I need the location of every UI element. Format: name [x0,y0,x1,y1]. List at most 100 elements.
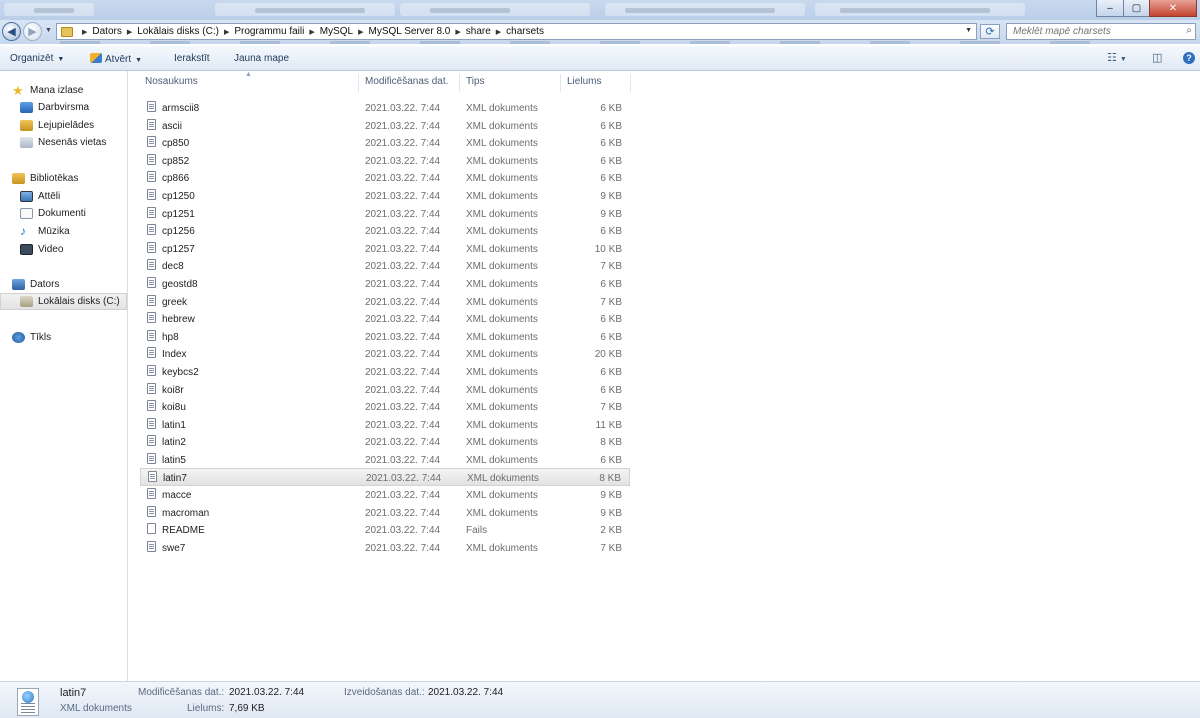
breadcrumb-separator-icon[interactable]: ▶ [309,28,314,36]
file-name: geostd8 [162,278,198,290]
breadcrumb-separator-icon[interactable]: ▶ [82,28,87,36]
breadcrumb-charsets[interactable]: charsets [506,26,544,37]
file-row[interactable]: cp1250 2021.03.22. 7:44 XML dokuments 9 KB [140,187,630,205]
file-row[interactable]: cp866 2021.03.22. 7:44 XML dokuments 6 KB [140,169,630,187]
file-type: XML dokuments [466,349,538,361]
open-button[interactable]: Atvērt ▼ [90,53,142,65]
xml-file-icon [147,224,156,236]
column-divider[interactable] [630,74,631,92]
file-row[interactable]: cp1251 2021.03.22. 7:44 XML dokuments 9 KB [140,205,630,223]
forward-button[interactable]: ▶ [23,22,42,41]
breadcrumb-separator-icon[interactable]: ▶ [127,28,132,36]
file-row[interactable]: latin1 2021.03.22. 7:44 XML dokuments 11 KB [140,416,630,434]
file-row[interactable]: cp1256 2021.03.22. 7:44 XML dokuments 6 KB [140,222,630,240]
nav-pictures[interactable]: Attēli [0,188,127,205]
breadcrumb-mysql[interactable]: MySQL [320,26,353,37]
file-modified-date: 2021.03.22. 7:44 [365,366,441,378]
file-row[interactable]: geostd8 2021.03.22. 7:44 XML dokuments 6 KB [140,275,630,293]
organize-button[interactable]: Organizēt ▼ [10,53,64,64]
file-row[interactable]: cp850 2021.03.22. 7:44 XML dokuments 6 KB [140,134,630,152]
column-divider[interactable] [358,74,359,92]
address-dropdown-icon[interactable]: ▼ [965,27,972,34]
file-row[interactable]: cp1257 2021.03.22. 7:44 XML dokuments 10 KB [140,240,630,258]
preview-pane-icon[interactable]: ◫ [1152,51,1162,64]
breadcrumb-separator-icon[interactable]: ▶ [224,28,229,36]
view-options-icon[interactable]: ☷ ▼ [1107,51,1127,64]
file-row[interactable]: ascii 2021.03.22. 7:44 XML dokuments 6 KB [140,117,630,135]
file-row[interactable]: hebrew 2021.03.22. 7:44 XML dokuments 6 KB [140,310,630,328]
breadcrumb-separator-icon[interactable]: ▶ [496,28,501,36]
refresh-button[interactable]: ⟳ [980,24,1000,39]
file-row[interactable]: Index 2021.03.22. 7:44 XML dokuments 20 KB [140,345,630,363]
back-button[interactable]: ◀ [2,22,21,41]
forward-arrow-icon: ▶ [28,26,37,38]
file-row[interactable]: macce 2021.03.22. 7:44 XML dokuments 9 KB [140,486,630,504]
search-box[interactable]: ⌕ [1006,23,1196,40]
nav-local-disk[interactable]: Lokālais disks (C:) [0,293,127,310]
nav-desktop[interactable]: Darbvirsma [0,99,127,116]
xml-file-icon [147,206,156,218]
recent-pages-dropdown[interactable]: ▼ [45,27,52,34]
column-header-name[interactable]: Nosaukums [145,76,198,92]
minimize-button[interactable]: – [1096,0,1124,17]
new-folder-button[interactable]: Jauna mape [234,53,289,64]
nav-favorites[interactable]: ★ Mana izlase [0,82,127,99]
file-size: 6 KB [600,331,622,343]
nav-documents[interactable]: Dokumenti [0,205,127,222]
breadcrumb-program-files[interactable]: Programmu faili [234,26,304,37]
column-divider[interactable] [560,74,561,92]
file-modified-date: 2021.03.22. 7:44 [365,261,441,273]
maximize-button[interactable]: ▢ [1123,0,1150,17]
file-row[interactable]: koi8r 2021.03.22. 7:44 XML dokuments 6 KB [140,381,630,399]
nav-libraries[interactable]: Bibliotēkas [0,170,127,187]
file-icon [147,523,156,535]
file-row[interactable]: armscii8 2021.03.22. 7:44 XML dokuments 6 K… [140,99,630,117]
breadcrumb-share[interactable]: share [466,26,491,37]
burn-button[interactable]: Ierakstīt [174,53,210,64]
column-header-type[interactable]: Tips [466,76,485,92]
xml-file-icon [147,101,156,112]
file-size: 6 KB [600,314,622,326]
nav-music[interactable]: ♪ Mūzika [0,223,127,240]
nav-recent-places[interactable]: Nesenās vietas [0,134,127,151]
nav-downloads[interactable]: Lejupielādes [0,117,127,134]
column-divider[interactable] [459,74,460,92]
file-row[interactable]: latin7 2021.03.22. 7:44 XML dokuments 8 KB [140,468,630,487]
xml-file-icon [147,118,156,130]
nav-network[interactable]: Tīkls [0,329,127,346]
file-row[interactable]: koi8u 2021.03.22. 7:44 XML dokuments 7 KB [140,398,630,416]
file-size: 6 KB [600,173,622,185]
help-icon[interactable]: ? [1183,52,1195,64]
column-header-size[interactable]: Lielums [567,76,601,92]
breadcrumb-separator-icon[interactable]: ▶ [358,28,363,36]
file-modified-date: 2021.03.22. 7:44 [365,542,441,554]
column-header-modified[interactable]: Modificēšanas dat. [365,76,448,92]
breadcrumb-dators[interactable]: Dators [92,26,121,37]
search-input[interactable] [1007,24,1173,39]
file-row[interactable]: greek 2021.03.22. 7:44 XML dokuments 7 KB [140,293,630,311]
file-name: latin7 [163,473,187,485]
file-row[interactable]: keybcs2 2021.03.22. 7:44 XML dokuments 6 KB [140,363,630,381]
file-row[interactable]: latin2 2021.03.22. 7:44 XML dokuments 8 KB [140,433,630,451]
search-icon[interactable]: ⌕ [1186,25,1192,36]
recent-places-icon [20,137,33,148]
nav-video[interactable]: Video [0,241,127,258]
close-button[interactable]: ✕ [1149,0,1197,17]
file-row[interactable]: hp8 2021.03.22. 7:44 XML dokuments 6 KB [140,328,630,346]
background-tab [215,3,395,16]
file-row[interactable]: README 2021.03.22. 7:44 Fails 2 KB [140,521,630,539]
file-name: README [162,525,205,537]
file-row[interactable]: cp852 2021.03.22. 7:44 XML dokuments 6 KB [140,152,630,170]
breadcrumb-separator-icon[interactable]: ▶ [455,28,460,36]
file-row[interactable]: macroman 2021.03.22. 7:44 XML dokuments 9 K… [140,504,630,522]
file-row[interactable]: dec8 2021.03.22. 7:44 XML dokuments 7 KB [140,257,630,275]
file-row[interactable]: latin5 2021.03.22. 7:44 XML dokuments 6 KB [140,451,630,469]
breadcrumb-local-disk[interactable]: Lokālais disks (C:) [137,26,219,37]
nav-computer[interactable]: Dators [0,276,127,293]
file-row[interactable]: swe7 2021.03.22. 7:44 XML dokuments 7 KB [140,539,630,557]
address-bar[interactable]: ▶ Dators ▶ Lokālais disks (C:) ▶ Program… [56,23,977,40]
breadcrumb-mysql-server[interactable]: MySQL Server 8.0 [368,26,450,37]
xml-file-icon [147,276,156,288]
file-modified-date: 2021.03.22. 7:44 [365,437,441,449]
file-type: XML dokuments [466,208,538,220]
